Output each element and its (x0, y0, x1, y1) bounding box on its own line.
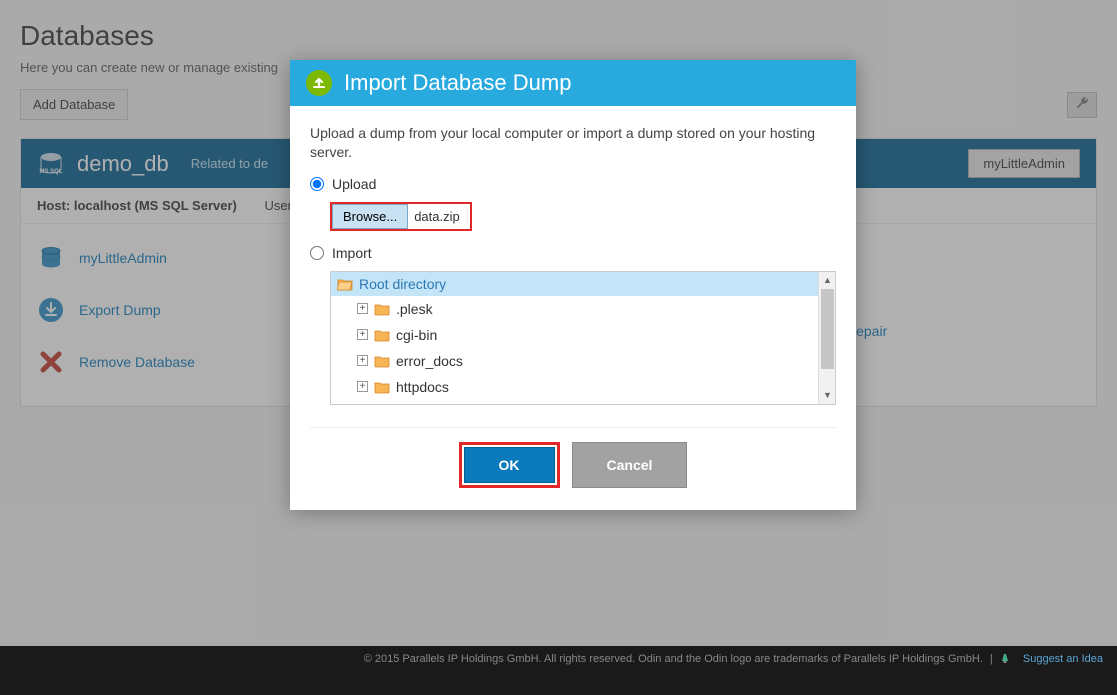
upload-icon (306, 70, 332, 96)
upload-radio-label: Upload (332, 176, 376, 192)
tree-item[interactable]: + error_docs (331, 348, 818, 374)
lightbulb-icon (1000, 653, 1013, 665)
tree-item-label: error_docs (396, 353, 463, 369)
expand-icon[interactable]: + (357, 329, 368, 340)
dialog-body: Upload a dump from your local computer o… (290, 106, 856, 413)
dialog-header: Import Database Dump (290, 60, 856, 106)
suggest-idea-link[interactable]: Suggest an Idea (1023, 653, 1103, 665)
folder-icon (374, 354, 390, 368)
tree-item[interactable]: + .plesk (331, 296, 818, 322)
selected-filename: data.zip (408, 204, 470, 229)
upload-file-group: Browse... data.zip (330, 202, 472, 231)
import-dialog: Import Database Dump Upload a dump from … (290, 60, 856, 510)
folder-icon (374, 380, 390, 394)
tree-item-label: httpdocs (396, 379, 449, 395)
import-radio[interactable] (310, 246, 324, 260)
tree-item[interactable]: + cgi-bin (331, 322, 818, 348)
scroll-up-icon[interactable]: ▲ (819, 272, 836, 289)
copyright-text: © 2015 Parallels IP Holdings GmbH. All r… (364, 653, 983, 665)
import-radio-label: Import (332, 245, 372, 261)
cancel-button[interactable]: Cancel (572, 442, 688, 488)
footer-divider: | (990, 653, 993, 665)
tree-root-item[interactable]: Root directory (331, 272, 818, 296)
upload-radio[interactable] (310, 177, 324, 191)
dialog-title: Import Database Dump (344, 70, 571, 96)
expand-icon[interactable]: + (357, 355, 368, 366)
tree-item-label: .plesk (396, 301, 433, 317)
folder-icon (374, 302, 390, 316)
ok-button[interactable]: OK (464, 447, 555, 483)
tree-item-label: cgi-bin (396, 327, 437, 343)
dialog-description: Upload a dump from your local computer o… (310, 124, 836, 162)
dialog-footer: OK Cancel (310, 427, 836, 510)
import-radio-row[interactable]: Import (310, 245, 836, 261)
folder-open-icon (337, 277, 353, 291)
browse-button[interactable]: Browse... (332, 204, 408, 229)
scroll-thumb[interactable] (821, 289, 834, 369)
tree-item[interactable]: + httpdocs (331, 374, 818, 400)
expand-icon[interactable]: + (357, 381, 368, 392)
footer: © 2015 Parallels IP Holdings GmbH. All r… (0, 646, 1117, 695)
folder-icon (374, 328, 390, 342)
directory-tree: Root directory + .plesk + cgi-bin (330, 271, 836, 405)
scroll-down-icon[interactable]: ▼ (819, 387, 836, 404)
ok-highlight: OK (459, 442, 560, 488)
tree-root-label: Root directory (359, 276, 446, 292)
tree-scrollbar[interactable]: ▲ ▼ (818, 272, 835, 404)
upload-radio-row[interactable]: Upload (310, 176, 836, 192)
expand-icon[interactable]: + (357, 303, 368, 314)
